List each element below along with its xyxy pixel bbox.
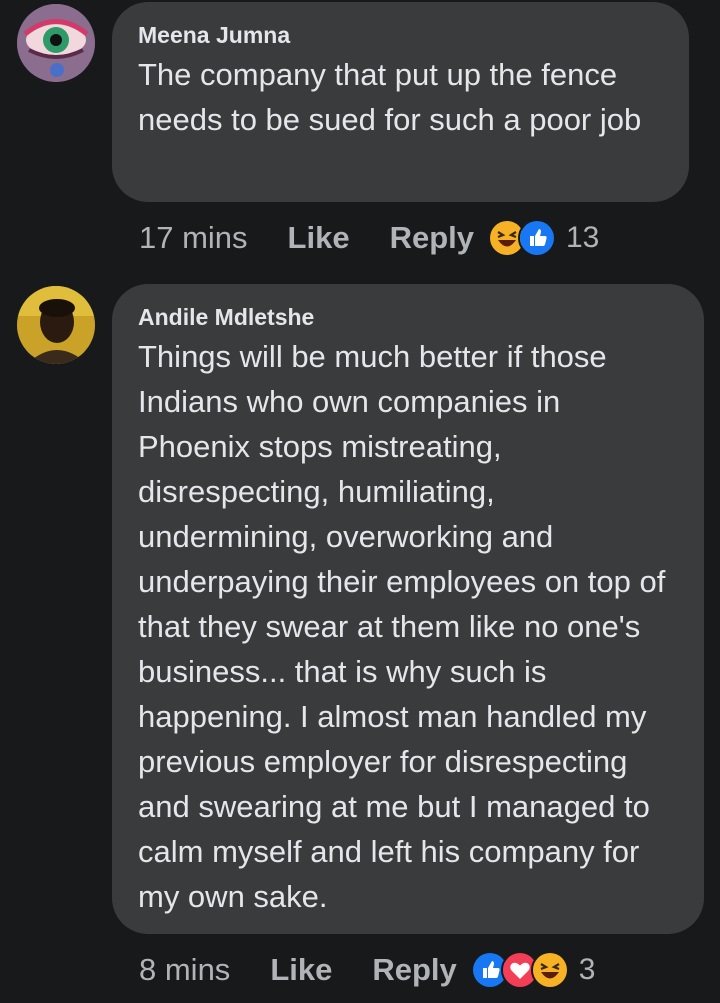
reactions-summary[interactable]: [488, 219, 556, 257]
avatar-image-person: [17, 286, 95, 364]
comment-timestamp[interactable]: 17 mins: [139, 220, 248, 256]
avatar[interactable]: [17, 286, 95, 364]
like-reaction-icon: [518, 219, 556, 257]
reactions-summary[interactable]: [470, 951, 569, 989]
comment-timestamp[interactable]: 8 mins: [139, 952, 230, 988]
comment-actions: 17 mins Like Reply 13: [139, 216, 599, 260]
like-button[interactable]: Like: [270, 952, 332, 988]
comment-text: Things will be much better if those Indi…: [138, 339, 666, 914]
reply-button[interactable]: Reply: [372, 952, 456, 988]
comment-bubble: Andile Mdletshe Things will be much bett…: [112, 284, 704, 934]
comment-author[interactable]: Andile Mdletshe: [138, 302, 678, 332]
comment: Andile Mdletshe Things will be much bett…: [0, 280, 720, 1003]
avatar[interactable]: [17, 4, 95, 82]
avatar-image-eye: [17, 4, 95, 82]
reaction-count[interactable]: 13: [566, 221, 599, 255]
comment-author[interactable]: Meena Jumna: [138, 20, 663, 50]
reply-button[interactable]: Reply: [390, 220, 474, 256]
comment-bubble: Meena Jumna The company that put up the …: [112, 2, 689, 202]
reaction-count[interactable]: 3: [579, 953, 596, 987]
comment-text: The company that put up the fence needs …: [138, 57, 642, 137]
comment: Meena Jumna The company that put up the …: [0, 0, 720, 280]
comment-actions: 8 mins Like Reply 3: [139, 948, 595, 992]
like-button[interactable]: Like: [288, 220, 350, 256]
haha-reaction-icon: [530, 951, 569, 989]
